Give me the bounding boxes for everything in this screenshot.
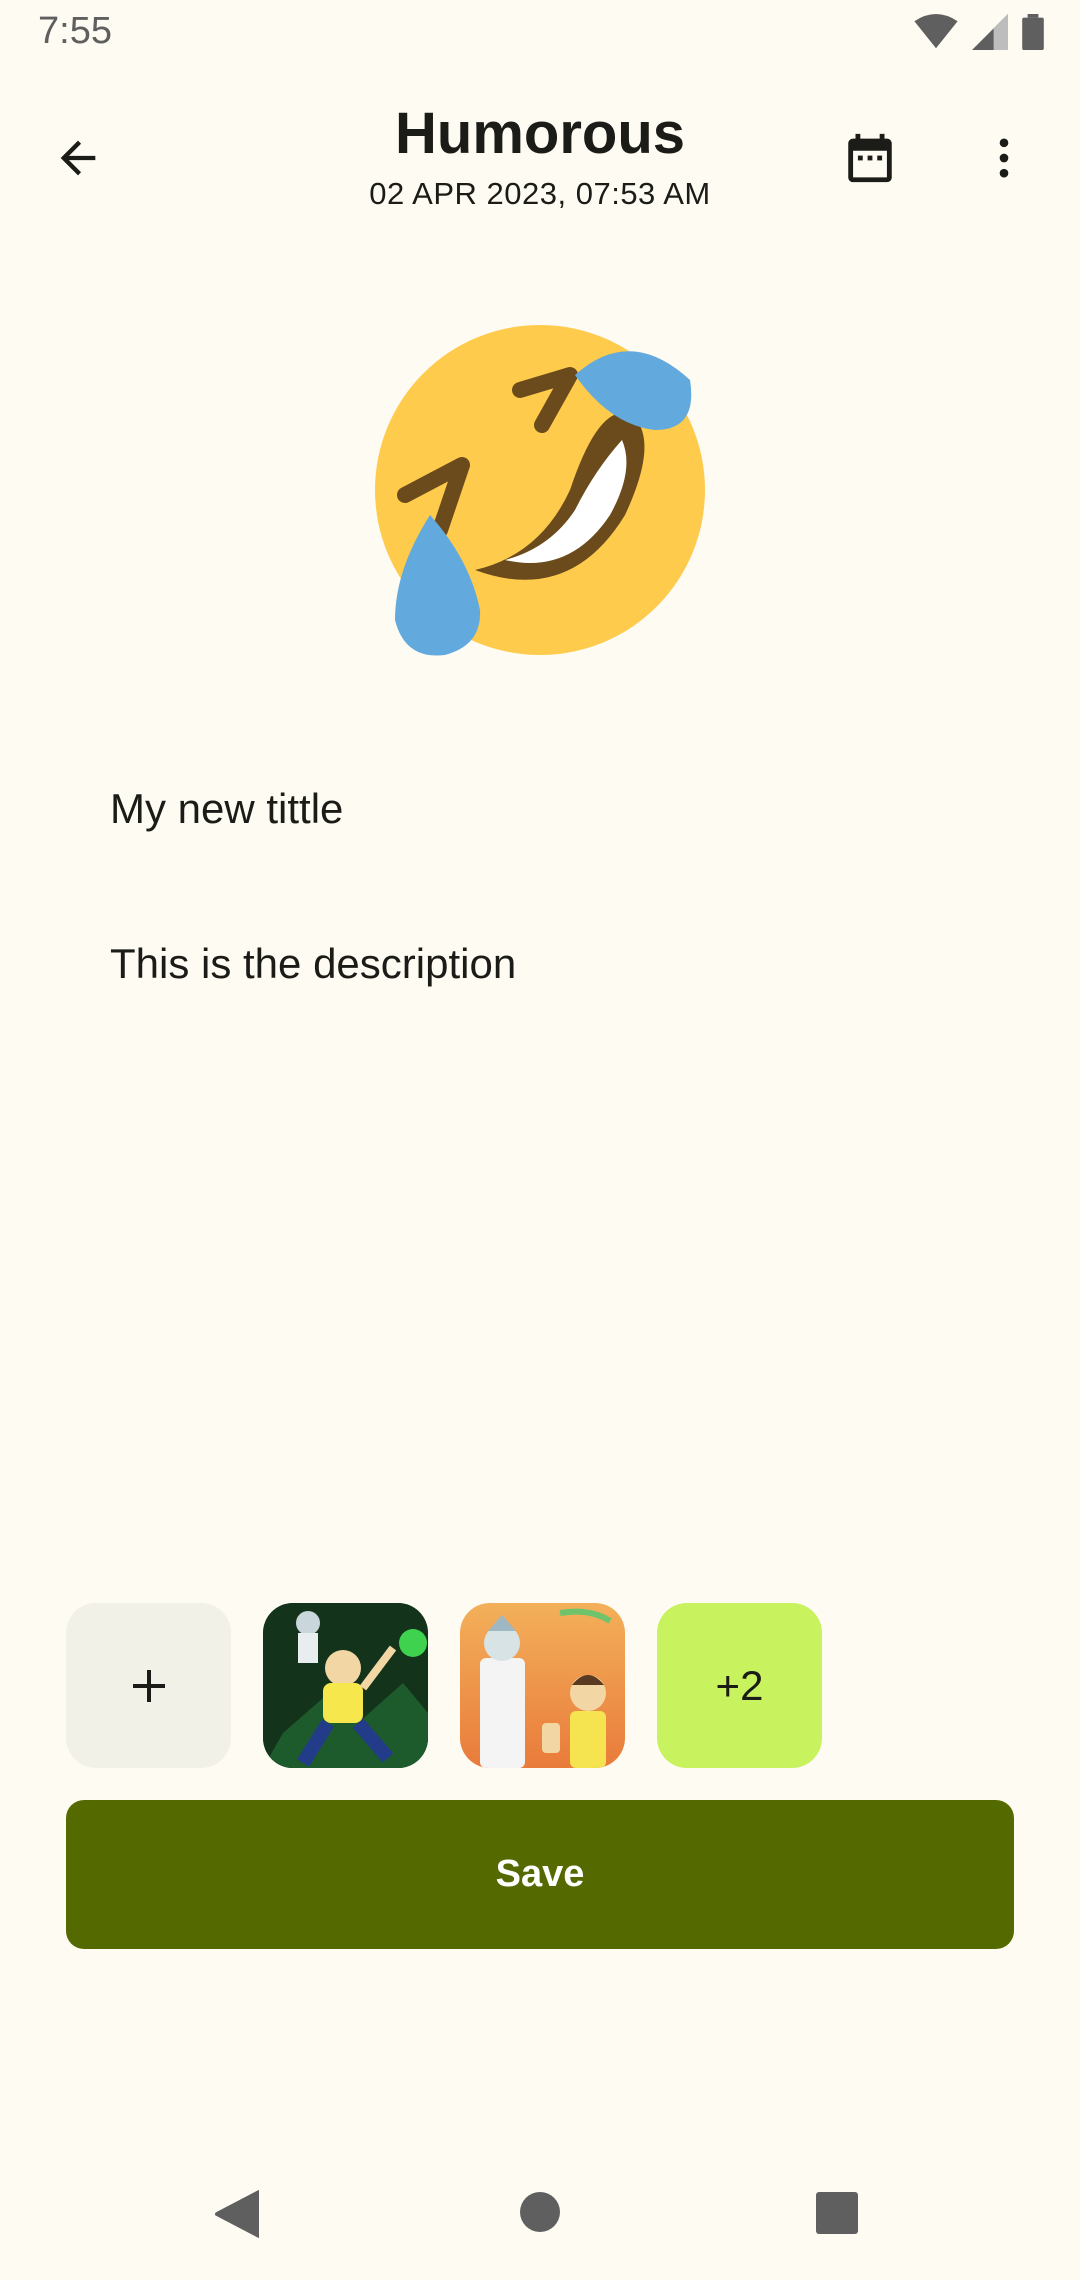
signal-icon <box>972 14 1008 50</box>
rick-and-morty-image-2 <box>460 1603 625 1768</box>
nav-back-triangle-icon <box>215 2190 261 2238</box>
rick-and-morty-image-1 <box>263 1603 428 1768</box>
page-title: Humorous <box>395 101 685 166</box>
mood-emoji-button[interactable] <box>370 320 710 660</box>
nav-home-button[interactable] <box>518 2190 562 2239</box>
more-vert-icon <box>999 138 1009 178</box>
rolling-laughing-emoji-icon <box>375 325 705 656</box>
wifi-icon <box>914 14 958 49</box>
top-app-bar: Humorous 02 APR 2023, 07:53 AM <box>0 90 1080 220</box>
page-date-subtitle: 02 APR 2023, 07:53 AM <box>369 176 711 211</box>
save-button[interactable]: Save <box>66 1800 1014 1949</box>
more-options-button[interactable] <box>964 118 1044 198</box>
nav-home-circle-icon <box>520 2192 560 2232</box>
note-description-input[interactable]: This is the description <box>110 940 516 988</box>
status-icons <box>914 14 1044 50</box>
battery-icon <box>1022 14 1044 50</box>
system-navigation-bar <box>0 2150 1080 2280</box>
attachments-row: +2 <box>66 1603 822 1768</box>
more-attachments-count[interactable]: +2 <box>657 1603 822 1768</box>
nav-recents-square-icon <box>816 2192 858 2234</box>
nav-recents-button[interactable] <box>816 2192 858 2239</box>
attachment-thumbnail[interactable] <box>460 1603 625 1768</box>
nav-back-button[interactable] <box>215 2190 261 2243</box>
note-title-input[interactable]: My new tittle <box>110 785 343 833</box>
calendar-button[interactable] <box>830 118 910 198</box>
calendar-icon <box>848 133 892 183</box>
add-attachment-button[interactable] <box>66 1603 231 1768</box>
status-bar: 7:55 <box>0 0 1080 66</box>
attachment-thumbnail[interactable] <box>263 1603 428 1768</box>
plus-icon <box>132 1669 165 1702</box>
status-time: 7:55 <box>38 10 112 52</box>
